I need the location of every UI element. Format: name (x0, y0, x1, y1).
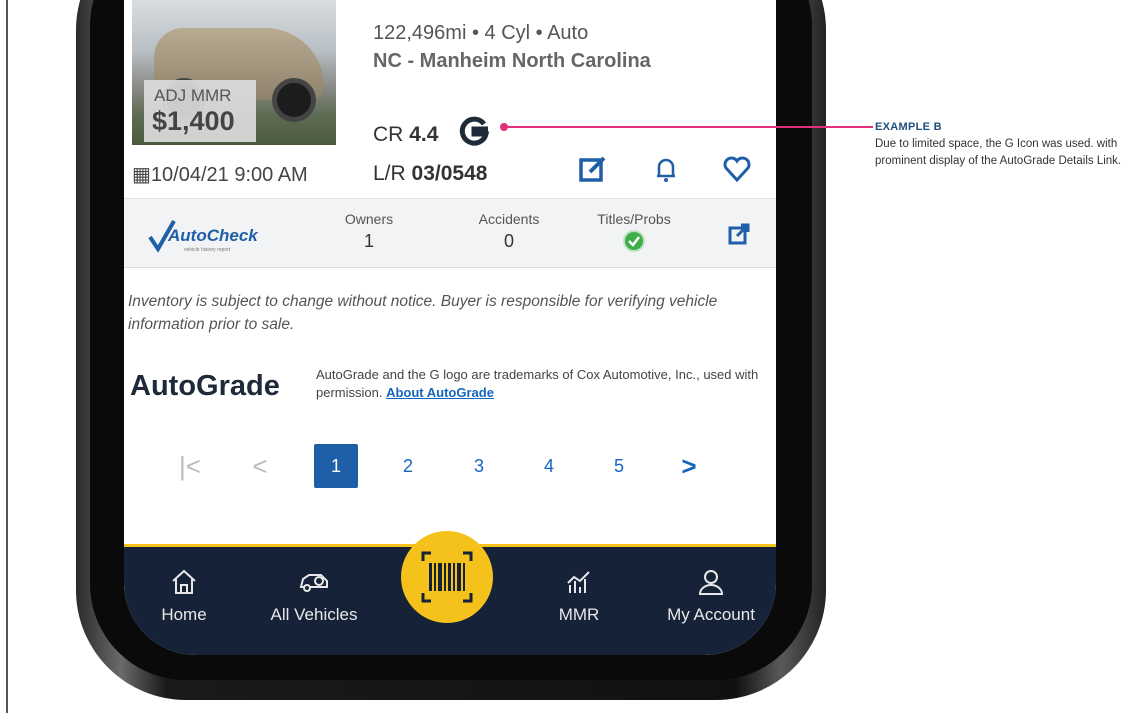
nav-mmr[interactable]: MMR (549, 567, 609, 625)
edit-note-icon[interactable] (576, 152, 610, 186)
autocheck-logo-subtext: vehicle history report (184, 247, 231, 253)
owners-value: 1 (363, 231, 374, 251)
user-icon (698, 570, 724, 595)
autograde-notice-text: AutoGrade and the G logo are trademarks … (316, 367, 759, 400)
condition-report[interactable]: CR 4.4 (373, 123, 438, 147)
titles-header: Titles/Probs (597, 211, 671, 227)
check-circle-icon (623, 230, 645, 252)
mmr-chart-icon (567, 571, 590, 593)
autocheck-logo-text: AutoCheck (167, 226, 259, 245)
next-page-button[interactable]: > (669, 446, 709, 486)
nav-home[interactable]: Home (154, 567, 214, 625)
calendar-icon: ▦ (132, 164, 151, 186)
bell-icon[interactable] (649, 152, 683, 186)
vehicle-photo[interactable]: ADJ MMR $1,400 (132, 0, 336, 145)
about-autograde-link[interactable]: About AutoGrade (386, 385, 494, 400)
car-wheel (272, 78, 316, 122)
page-4-button[interactable]: 4 (529, 446, 569, 486)
home-icon (172, 569, 196, 594)
mmr-badge: ADJ MMR $1,400 (144, 80, 256, 142)
app-screen: ADJ MMR $1,400 122,496mi • 4 Cyl • Auto … (124, 0, 776, 655)
accidents-value: 0 (503, 231, 514, 251)
nav-home-label: Home (161, 605, 207, 624)
callout-text: Due to limited space, the G Icon was use… (875, 138, 1122, 167)
accidents-header: Accidents (478, 211, 540, 227)
first-page-button[interactable]: |< (170, 446, 210, 486)
page-1-button[interactable]: 1 (314, 444, 358, 488)
nav-all-vehicles[interactable]: All Vehicles (249, 567, 379, 625)
autograde-logo: AutoGrade (130, 370, 280, 402)
autograde-g-icon[interactable] (457, 115, 491, 149)
nav-all-vehicles-label: All Vehicles (270, 605, 358, 624)
nav-mmr-label: MMR (558, 605, 600, 624)
nav-my-account[interactable]: My Account (646, 567, 776, 625)
car-search-icon (299, 574, 328, 592)
lane-run: L/R 03/0548 (373, 162, 487, 186)
scan-vin-button[interactable] (401, 531, 493, 623)
autocheck-bar: AutoCheck vehicle history report Owners … (124, 198, 776, 268)
barcode-scan-icon (421, 551, 473, 603)
sale-date-text: 10/04/21 9:00 AM (150, 164, 308, 186)
page-frame-border (6, 0, 8, 713)
cr-prefix: CR (373, 123, 404, 146)
page-5-button[interactable]: 5 (599, 446, 639, 486)
autocheck-logo[interactable]: AutoCheck vehicle history report (146, 217, 276, 257)
mmr-label: ADJ MMR (154, 86, 232, 105)
bottom-nav: Home All Vehicles MMR My Account (124, 531, 776, 655)
owners-header: Owners (344, 211, 394, 227)
accidents-column: Accidents 0 (459, 211, 559, 252)
cr-value: 4.4 (409, 123, 439, 146)
disclaimer-text: Inventory is subject to change without n… (128, 293, 718, 333)
autograde-notice: AutoGrade and the G logo are trademarks … (316, 366, 776, 402)
vehicle-specs: 122,496mi • 4 Cyl • Auto (373, 22, 589, 44)
vehicle-location: NC - Manheim North Carolina (373, 50, 651, 72)
lr-prefix: L/R (373, 162, 406, 185)
callout-line (503, 126, 873, 128)
page-2-button[interactable]: 2 (388, 446, 428, 486)
callout-title: EXAMPLE B (875, 121, 942, 133)
titles-column: Titles/Probs (584, 211, 684, 258)
mmr-value: $1,400 (152, 106, 235, 136)
owners-column: Owners 1 (319, 211, 419, 252)
lr-value: 03/0548 (411, 162, 488, 185)
nav-my-account-label: My Account (667, 605, 755, 624)
heart-icon[interactable] (720, 152, 754, 186)
sale-date: ▦10/04/21 9:00 AM (132, 162, 308, 187)
page-3-button[interactable]: 3 (459, 446, 499, 486)
external-link-icon[interactable] (727, 222, 751, 246)
prev-page-button[interactable]: < (240, 446, 280, 486)
